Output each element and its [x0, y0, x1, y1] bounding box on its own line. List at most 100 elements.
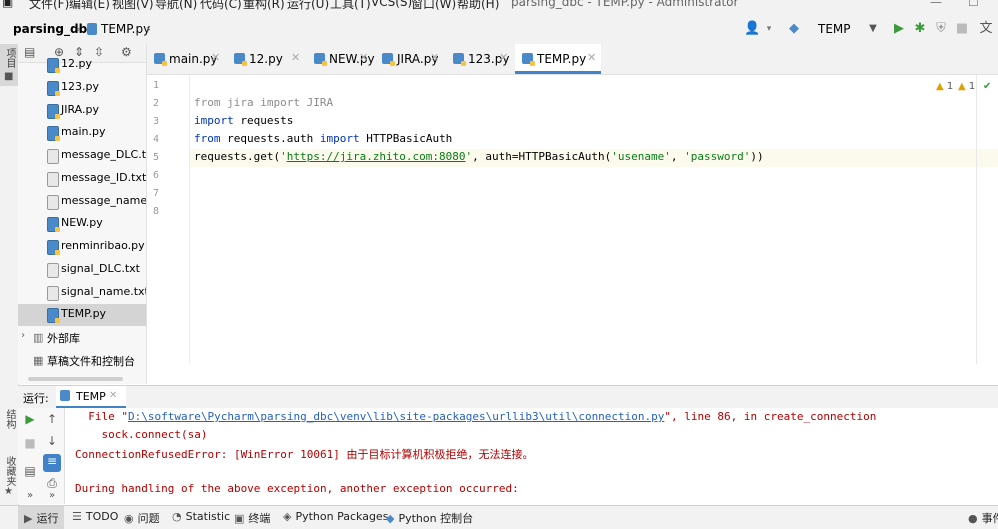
menu-file[interactable]: 文件(F) [29, 0, 69, 12]
close-icon[interactable]: ✕ [499, 51, 508, 64]
packages-icon: ◈ [283, 510, 292, 523]
menu-view[interactable]: 视图(V) [112, 0, 154, 12]
menu-window[interactable]: 窗口(W) [411, 0, 456, 12]
config-dropdown-icon[interactable]: ▼ [865, 21, 881, 37]
tree-file-item[interactable]: JIRA.py [18, 100, 146, 122]
console-line: sock.connect(sa) [75, 428, 208, 441]
structure-tab-label[interactable]: 结构 [1, 409, 17, 429]
menu-navigate[interactable]: 导航(N) [155, 0, 197, 12]
run-tab-temp[interactable]: TEMP ✕ [56, 386, 126, 408]
tree-file-item[interactable]: message_ID.txt [18, 168, 146, 190]
python-config-icon: ◆ [789, 21, 799, 36]
run-config-select[interactable]: TEMP [818, 22, 851, 36]
soft-wrap-icon[interactable]: ≡ [43, 454, 61, 472]
app-logo-icon[interactable]: ▣ [2, 0, 13, 9]
tree-file-item[interactable]: signal_DLC.txt [18, 259, 146, 281]
bottom-tab-statistic[interactable]: ◔ Statistic [172, 510, 230, 523]
editor-tab[interactable]: 123.py ✕ [446, 44, 513, 74]
close-icon[interactable]: ✕ [359, 51, 368, 64]
menu-refactor[interactable]: 重构(R) [243, 0, 285, 12]
code-url-link[interactable]: https://jira.zhito.com:8080 [287, 150, 466, 163]
tree-file-item[interactable]: 12.py [18, 54, 146, 76]
rerun-icon[interactable]: ▶ [21, 412, 39, 426]
tree-file-item[interactable]: message_DLC.txt [18, 145, 146, 167]
tree-file-item[interactable]: NEW.py [18, 213, 146, 235]
code-editor[interactable]: 1 2 3 4 5 6 7 8 ▲ 1 ▲ 1 ✔ from jira import JIRA… [147, 75, 998, 384]
run-console[interactable]: File "D:\software\Pycharm\parsing_dbc\ve… [65, 408, 998, 504]
project-tool-tab[interactable]: 项目 ■ [0, 44, 18, 86]
coverage-icon[interactable]: ⛨ [933, 21, 949, 37]
bottom-tab-todo[interactable]: ☰ TODO [72, 510, 118, 523]
tree-file-item[interactable]: renminribao.py [18, 236, 146, 258]
bottom-tab-run[interactable]: ▶ 运行 [18, 506, 64, 529]
right-margin-guide [976, 75, 977, 364]
breadcrumb-file[interactable]: TEMP.py [101, 22, 150, 36]
minimize-icon[interactable]: — [930, 0, 942, 9]
scroll-up-icon[interactable]: ↑ [43, 412, 61, 426]
editor-tab[interactable]: main.py ✕ [147, 44, 225, 74]
maximize-icon[interactable]: ☐ [968, 0, 979, 9]
close-icon[interactable]: ✕ [587, 51, 596, 64]
editor-tab[interactable]: NEW.py ✕ [307, 44, 375, 74]
editor-tab-label: 12.py [249, 52, 283, 66]
menu-vcs[interactable]: VCS(S) [371, 0, 412, 9]
tree-file-label: renminribao.py [61, 239, 145, 252]
menu-code[interactable]: 代码(C) [200, 0, 242, 12]
menu-tools[interactable]: 工具(T) [330, 0, 371, 12]
favorites-tab-label[interactable]: 收藏夹 [1, 456, 17, 486]
user-icon[interactable]: 👤 [744, 21, 760, 37]
editor-tab[interactable]: JIRA.py ✕ [375, 44, 444, 74]
console-file-link[interactable]: D:\software\Pycharm\parsing_dbc\venv\lib… [128, 410, 664, 423]
run-icon: ▶ [24, 512, 33, 525]
tree-file-item[interactable]: TEMP.py [18, 304, 146, 327]
menu-run[interactable]: 运行(U) [287, 0, 329, 12]
print-icon[interactable]: ⎙ [43, 476, 61, 491]
more-actions-icon[interactable]: » [43, 490, 61, 501]
weak-warning-indicator[interactable]: ▲ 1 [958, 81, 975, 92]
bottom-tab-python-console[interactable]: ◆ Python 控制台 [386, 510, 473, 526]
horizontal-scrollbar[interactable] [28, 377, 123, 381]
tree-file-label: TEMP.py [61, 307, 107, 321]
tree-external-libraries[interactable]: › ▥ 外部库 [18, 327, 146, 349]
tree-file-item[interactable]: 123.py [18, 77, 146, 99]
scroll-down-icon[interactable]: ↓ [43, 434, 61, 448]
python-file-icon [453, 53, 466, 66]
warning-indicator[interactable]: ▲ 1 [936, 81, 953, 92]
tree-scratches[interactable]: ▦ 草稿文件和控制台 [18, 350, 146, 372]
close-icon[interactable]: ✕ [211, 51, 220, 64]
more-icon[interactable]: » [21, 490, 39, 501]
bottom-tab-python-packages[interactable]: ◈ Python Packages [283, 510, 388, 523]
chevron-down-icon[interactable]: ▾ [761, 21, 777, 37]
window-title: parsing_dbc - TEMP.py - Administrator [511, 0, 739, 9]
editor-tab[interactable]: 12.py ✕ [227, 44, 305, 74]
run-icon[interactable]: ▶ [891, 21, 907, 37]
code-line-5: requests.get('https://jira.zhito.com:808… [194, 150, 764, 163]
scratches-icon: ▦ [33, 354, 44, 367]
bottom-tab-problems[interactable]: ◉ 问题 [124, 510, 160, 526]
text-file-icon [47, 285, 59, 301]
tree-file-item[interactable]: message_name.txt [18, 191, 146, 213]
translate-icon[interactable]: 文 [978, 21, 994, 37]
menu-help[interactable]: 帮助(H) [457, 0, 499, 12]
tree-file-item[interactable]: signal_name.txt [18, 282, 146, 304]
python-file-icon [522, 53, 535, 66]
layout-icon[interactable]: ▤ [21, 464, 39, 478]
editor-tab[interactable]: TEMP.py ✕ [515, 44, 601, 74]
close-icon[interactable]: ✕ [291, 51, 300, 64]
bottom-tab-event-log[interactable]: ●事件 [968, 510, 998, 526]
bottom-tab-terminal[interactable]: ▣ 终端 [234, 510, 270, 526]
star-icon[interactable]: ★ [4, 486, 13, 497]
stop-icon[interactable]: ■ [21, 436, 39, 450]
stop-icon[interactable]: ■ [954, 21, 970, 37]
chevron-right-icon[interactable]: › [21, 330, 25, 341]
breadcrumb-project[interactable]: parsing_dbc [13, 22, 94, 36]
close-icon[interactable]: ✕ [430, 51, 439, 64]
checkmark-icon[interactable]: ✔ [983, 81, 991, 92]
debug-icon[interactable]: ✱ [912, 21, 928, 37]
line-number: 6 [152, 170, 159, 181]
python-file-icon [47, 103, 60, 119]
tree-file-item[interactable]: main.py [18, 122, 146, 144]
menu-edit[interactable]: 编辑(E) [69, 0, 110, 12]
console-line: File "D:\software\Pycharm\parsing_dbc\ve… [75, 410, 877, 423]
close-icon[interactable]: ✕ [109, 390, 117, 401]
